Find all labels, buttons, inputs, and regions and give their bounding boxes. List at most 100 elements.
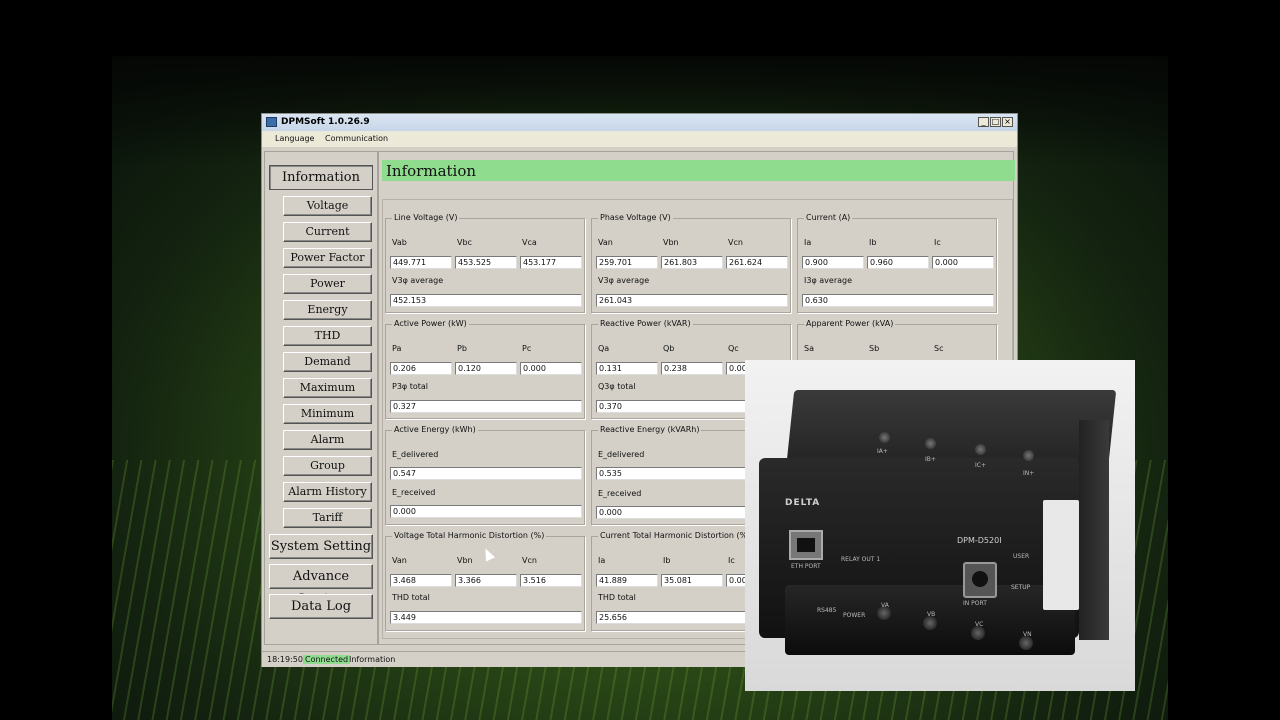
terminal-screw-icon (971, 626, 985, 640)
group-title: Reactive Power (kVAR) (598, 319, 693, 328)
label-e-received: E_received (392, 488, 436, 497)
field-qb[interactable]: 0.238 (661, 362, 723, 375)
terminal-screw-icon (975, 444, 986, 455)
nav-energy-button[interactable]: Energy (283, 300, 372, 320)
label-p3-total: P3φ total (392, 382, 429, 391)
input-label: VA (881, 602, 889, 609)
label-sc: Sc (934, 344, 944, 353)
field-active-e-delivered[interactable]: 0.547 (390, 467, 582, 480)
field-thd-ib[interactable]: 35.081 (661, 574, 723, 587)
field-vab[interactable]: 449.771 (390, 256, 452, 269)
group-active-power: Active Power (kW) Pa Pb Pc 0.206 0.120 0… (385, 319, 585, 419)
user-label: USER (1013, 553, 1030, 560)
nav-power-factor-button[interactable]: Power Factor (283, 248, 372, 268)
field-thd-ia[interactable]: 41.889 (596, 574, 658, 587)
field-v3-phase-average[interactable]: 261.043 (596, 294, 788, 307)
label-thd-total: THD total (392, 593, 430, 602)
label-vab: Vab (392, 238, 407, 247)
device-side (1079, 420, 1109, 640)
status-connection-badge: Connected (303, 655, 351, 664)
nav-alarm-history-button[interactable]: Alarm History (283, 482, 372, 502)
nav-information-button[interactable]: Information (269, 165, 373, 190)
nav-power-button[interactable]: Power (283, 274, 372, 294)
label-pc: Pc (522, 344, 532, 353)
field-qa[interactable]: 0.131 (596, 362, 658, 375)
terminal-screw-icon (1023, 450, 1034, 461)
nav-voltage-button[interactable]: Voltage (283, 196, 372, 216)
label-thd-total: THD total (598, 593, 636, 602)
label-sa: Sa (804, 344, 814, 353)
field-van[interactable]: 259.701 (596, 256, 658, 269)
label-ic: Ic (728, 556, 735, 565)
group-title: Voltage Total Harmonic Distortion (%) (392, 531, 547, 540)
close-button[interactable]: × (1002, 117, 1013, 127)
nav-current-button[interactable]: Current (283, 222, 372, 242)
status-time: 18:19:50 (267, 655, 303, 664)
page-header: Information (382, 160, 1015, 181)
field-voltage-thd-total[interactable]: 3.449 (390, 611, 582, 624)
nav-alarm-button[interactable]: Alarm (283, 430, 372, 450)
group-title: Phase Voltage (V) (598, 213, 673, 222)
label-sb: Sb (869, 344, 880, 353)
label-ib: Ib (869, 238, 877, 247)
field-ib[interactable]: 0.960 (867, 256, 929, 269)
group-title: Active Energy (kWh) (392, 425, 478, 434)
window-title: DPMSoft 1.0.26.9 (281, 117, 370, 127)
label-ia: Ia (598, 556, 606, 565)
label-v3-average: V3φ average (598, 276, 650, 285)
menu-language[interactable]: Language (275, 134, 314, 143)
label-van: Van (392, 556, 407, 565)
menu-communication[interactable]: Communication (325, 134, 388, 143)
label-vbc: Vbc (457, 238, 472, 247)
minimize-button[interactable]: _ (978, 117, 989, 127)
label-vbn: Vbn (663, 238, 679, 247)
label-e-received: E_received (598, 489, 642, 498)
nav-advance-setting-button[interactable]: Advance Setting (269, 564, 373, 607)
label-q3-total: Q3φ total (598, 382, 636, 391)
field-vca[interactable]: 453.177 (520, 256, 582, 269)
field-i3-average[interactable]: 0.630 (802, 294, 994, 307)
field-vbc[interactable]: 453.525 (455, 256, 517, 269)
setup-label: SETUP (1011, 584, 1031, 591)
input-label: VB (927, 611, 936, 618)
power-label: POWER (843, 612, 866, 619)
nav-group-button[interactable]: Group (283, 456, 372, 476)
field-thd-van[interactable]: 3.468 (390, 574, 452, 587)
label-qc: Qc (728, 344, 739, 353)
field-thd-vbn[interactable]: 3.366 (455, 574, 517, 587)
field-vbn[interactable]: 261.803 (661, 256, 723, 269)
nav-thd-button[interactable]: THD (283, 326, 372, 346)
input-label: IB+ (925, 456, 936, 463)
field-thd-vcn[interactable]: 3.516 (520, 574, 582, 587)
group-title: Apparent Power (kVA) (804, 319, 896, 328)
device-model: DPM-D520I (957, 536, 1002, 545)
field-active-e-received[interactable]: 0.000 (390, 505, 582, 518)
nav-data-log-button[interactable]: Data Log (269, 594, 373, 619)
field-pa[interactable]: 0.206 (390, 362, 452, 375)
field-p3-total[interactable]: 0.327 (390, 400, 582, 413)
label-v3-average: V3φ average (392, 276, 444, 285)
group-title: Reactive Energy (kVARh) (598, 425, 702, 434)
group-title: Line Voltage (V) (392, 213, 460, 222)
nav-demand-button[interactable]: Demand (283, 352, 372, 372)
field-ia[interactable]: 0.900 (802, 256, 864, 269)
nav-maximum-button[interactable]: Maximum (283, 378, 372, 398)
nav-tariff-button[interactable]: Tariff (283, 508, 372, 528)
label-qa: Qa (598, 344, 610, 353)
field-v3-line-average[interactable]: 452.153 (390, 294, 582, 307)
field-ic[interactable]: 0.000 (932, 256, 994, 269)
app-icon (266, 117, 277, 127)
page-title: Information (386, 162, 477, 180)
input-label: VC (975, 621, 984, 628)
nav-system-setting-button[interactable]: System Setting (269, 534, 373, 559)
maximize-button[interactable]: □ (990, 117, 1001, 127)
rs485-label: RS485 (817, 607, 837, 614)
label-qb: Qb (663, 344, 675, 353)
field-vcn[interactable]: 261.624 (726, 256, 788, 269)
label-pa: Pa (392, 344, 402, 353)
title-bar[interactable]: DPMSoft 1.0.26.9 _ □ × (262, 114, 1017, 131)
field-pc[interactable]: 0.000 (520, 362, 582, 375)
input-label: IC+ (975, 462, 986, 469)
nav-minimum-button[interactable]: Minimum (283, 404, 372, 424)
field-pb[interactable]: 0.120 (455, 362, 517, 375)
